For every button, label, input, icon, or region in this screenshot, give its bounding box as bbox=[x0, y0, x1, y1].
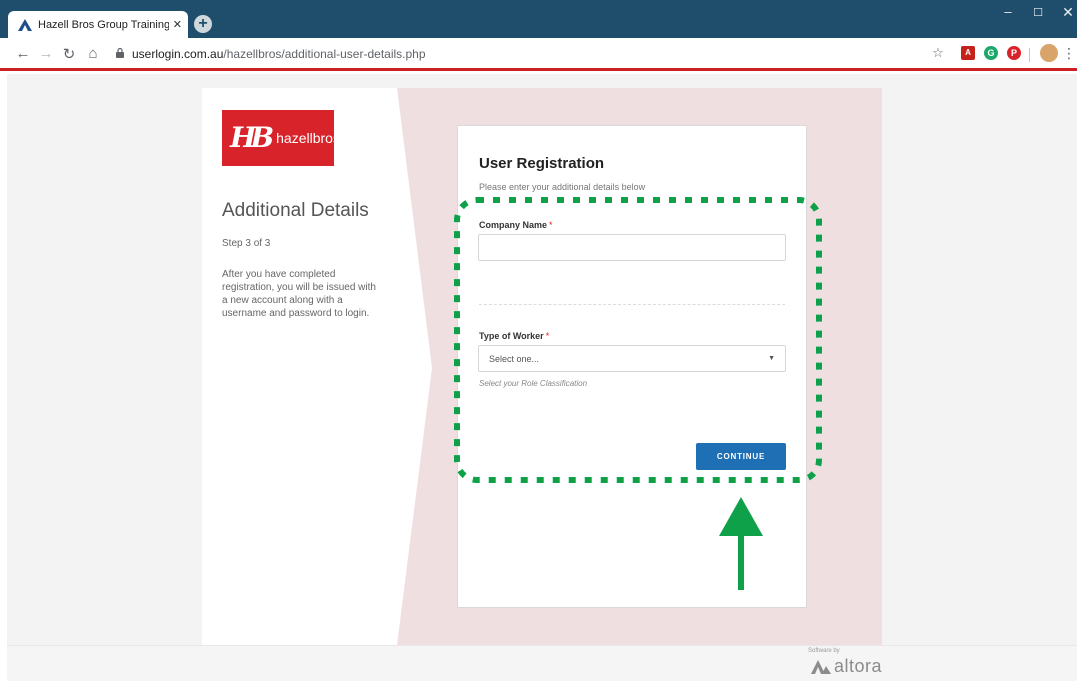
worker-type-selected: Select one... bbox=[489, 353, 540, 364]
worker-type-label: Type of Worker * bbox=[479, 331, 549, 341]
worker-type-help: Select your Role Classification bbox=[479, 379, 588, 388]
browser-menu-icon[interactable]: ⋮ bbox=[1062, 46, 1076, 60]
browser-toolbar: ← → ↻ ⌂ userlogin.com.au/hazellbros/addi… bbox=[0, 38, 1077, 71]
hazellbros-logo: HB hazellbros bbox=[222, 110, 340, 166]
url-path: /hazellbros/additional-user-details.php bbox=[223, 47, 426, 61]
dropdown-arrow-icon: ▼ bbox=[768, 355, 775, 362]
home-icon[interactable]: ⌂ bbox=[84, 45, 102, 62]
sidebar-description: After you have completed registration, y… bbox=[222, 269, 376, 319]
browser-titlebar: Hazell Bros Group Training Platfo ✕ + – … bbox=[0, 0, 1077, 38]
altora-logo-icon bbox=[811, 659, 831, 674]
toolbar-divider bbox=[1029, 48, 1030, 62]
back-arrow-icon[interactable]: ← bbox=[14, 45, 32, 62]
worker-type-select[interactable]: Select one... ▼ bbox=[478, 345, 786, 372]
window-close-button[interactable]: ✕ bbox=[1058, 4, 1077, 21]
worker-type-label-text: Type of Worker bbox=[479, 331, 544, 341]
logo-wordmark: hazellbros bbox=[276, 130, 340, 146]
company-name-label: Company Name * bbox=[479, 220, 553, 230]
pdf-extension-icon[interactable]: A bbox=[961, 46, 975, 60]
page-footer bbox=[7, 645, 1077, 681]
url-host: userlogin.com.au bbox=[132, 47, 224, 61]
window-maximize-button[interactable]: ☐ bbox=[1028, 6, 1048, 19]
required-asterisk: * bbox=[549, 220, 553, 230]
software-by-label: Software by bbox=[808, 648, 840, 654]
altora-wordmark: altora bbox=[834, 656, 883, 676]
lock-icon[interactable] bbox=[116, 48, 124, 58]
profile-avatar-icon[interactable] bbox=[1040, 44, 1058, 62]
required-asterisk: * bbox=[545, 331, 550, 341]
sidebar-heading: Additional Details bbox=[222, 200, 369, 221]
reload-icon[interactable]: ↻ bbox=[60, 45, 78, 63]
company-name-label-text: Company Name bbox=[479, 220, 548, 230]
grammarly-extension-icon[interactable]: G bbox=[984, 46, 998, 60]
new-tab-button[interactable]: + bbox=[194, 15, 212, 33]
step-indicator: Step 3 of 3 bbox=[222, 238, 271, 249]
form-divider bbox=[479, 304, 785, 305]
company-name-input[interactable] bbox=[478, 234, 786, 261]
bookmark-star-icon[interactable]: ☆ bbox=[931, 46, 945, 60]
address-bar[interactable]: userlogin.com.au/hazellbros/additional-u… bbox=[132, 47, 426, 61]
logo-mark: HB bbox=[230, 121, 274, 154]
tab-close-icon[interactable]: ✕ bbox=[173, 18, 182, 31]
window-minimize-button[interactable]: – bbox=[998, 4, 1018, 19]
continue-button[interactable]: CONTINUE bbox=[696, 443, 786, 470]
form-subtitle: Please enter your additional details bel… bbox=[479, 182, 646, 192]
browser-tab[interactable]: Hazell Bros Group Training Platfo ✕ bbox=[8, 11, 188, 38]
pinterest-extension-icon[interactable]: P bbox=[1007, 46, 1021, 60]
altora-favicon-icon bbox=[18, 18, 32, 31]
tab-title: Hazell Bros Group Training Platfo bbox=[38, 18, 169, 31]
form-title: User Registration bbox=[479, 155, 605, 172]
forward-arrow-icon[interactable]: → bbox=[37, 45, 55, 62]
altora-logo: altora bbox=[811, 656, 882, 677]
